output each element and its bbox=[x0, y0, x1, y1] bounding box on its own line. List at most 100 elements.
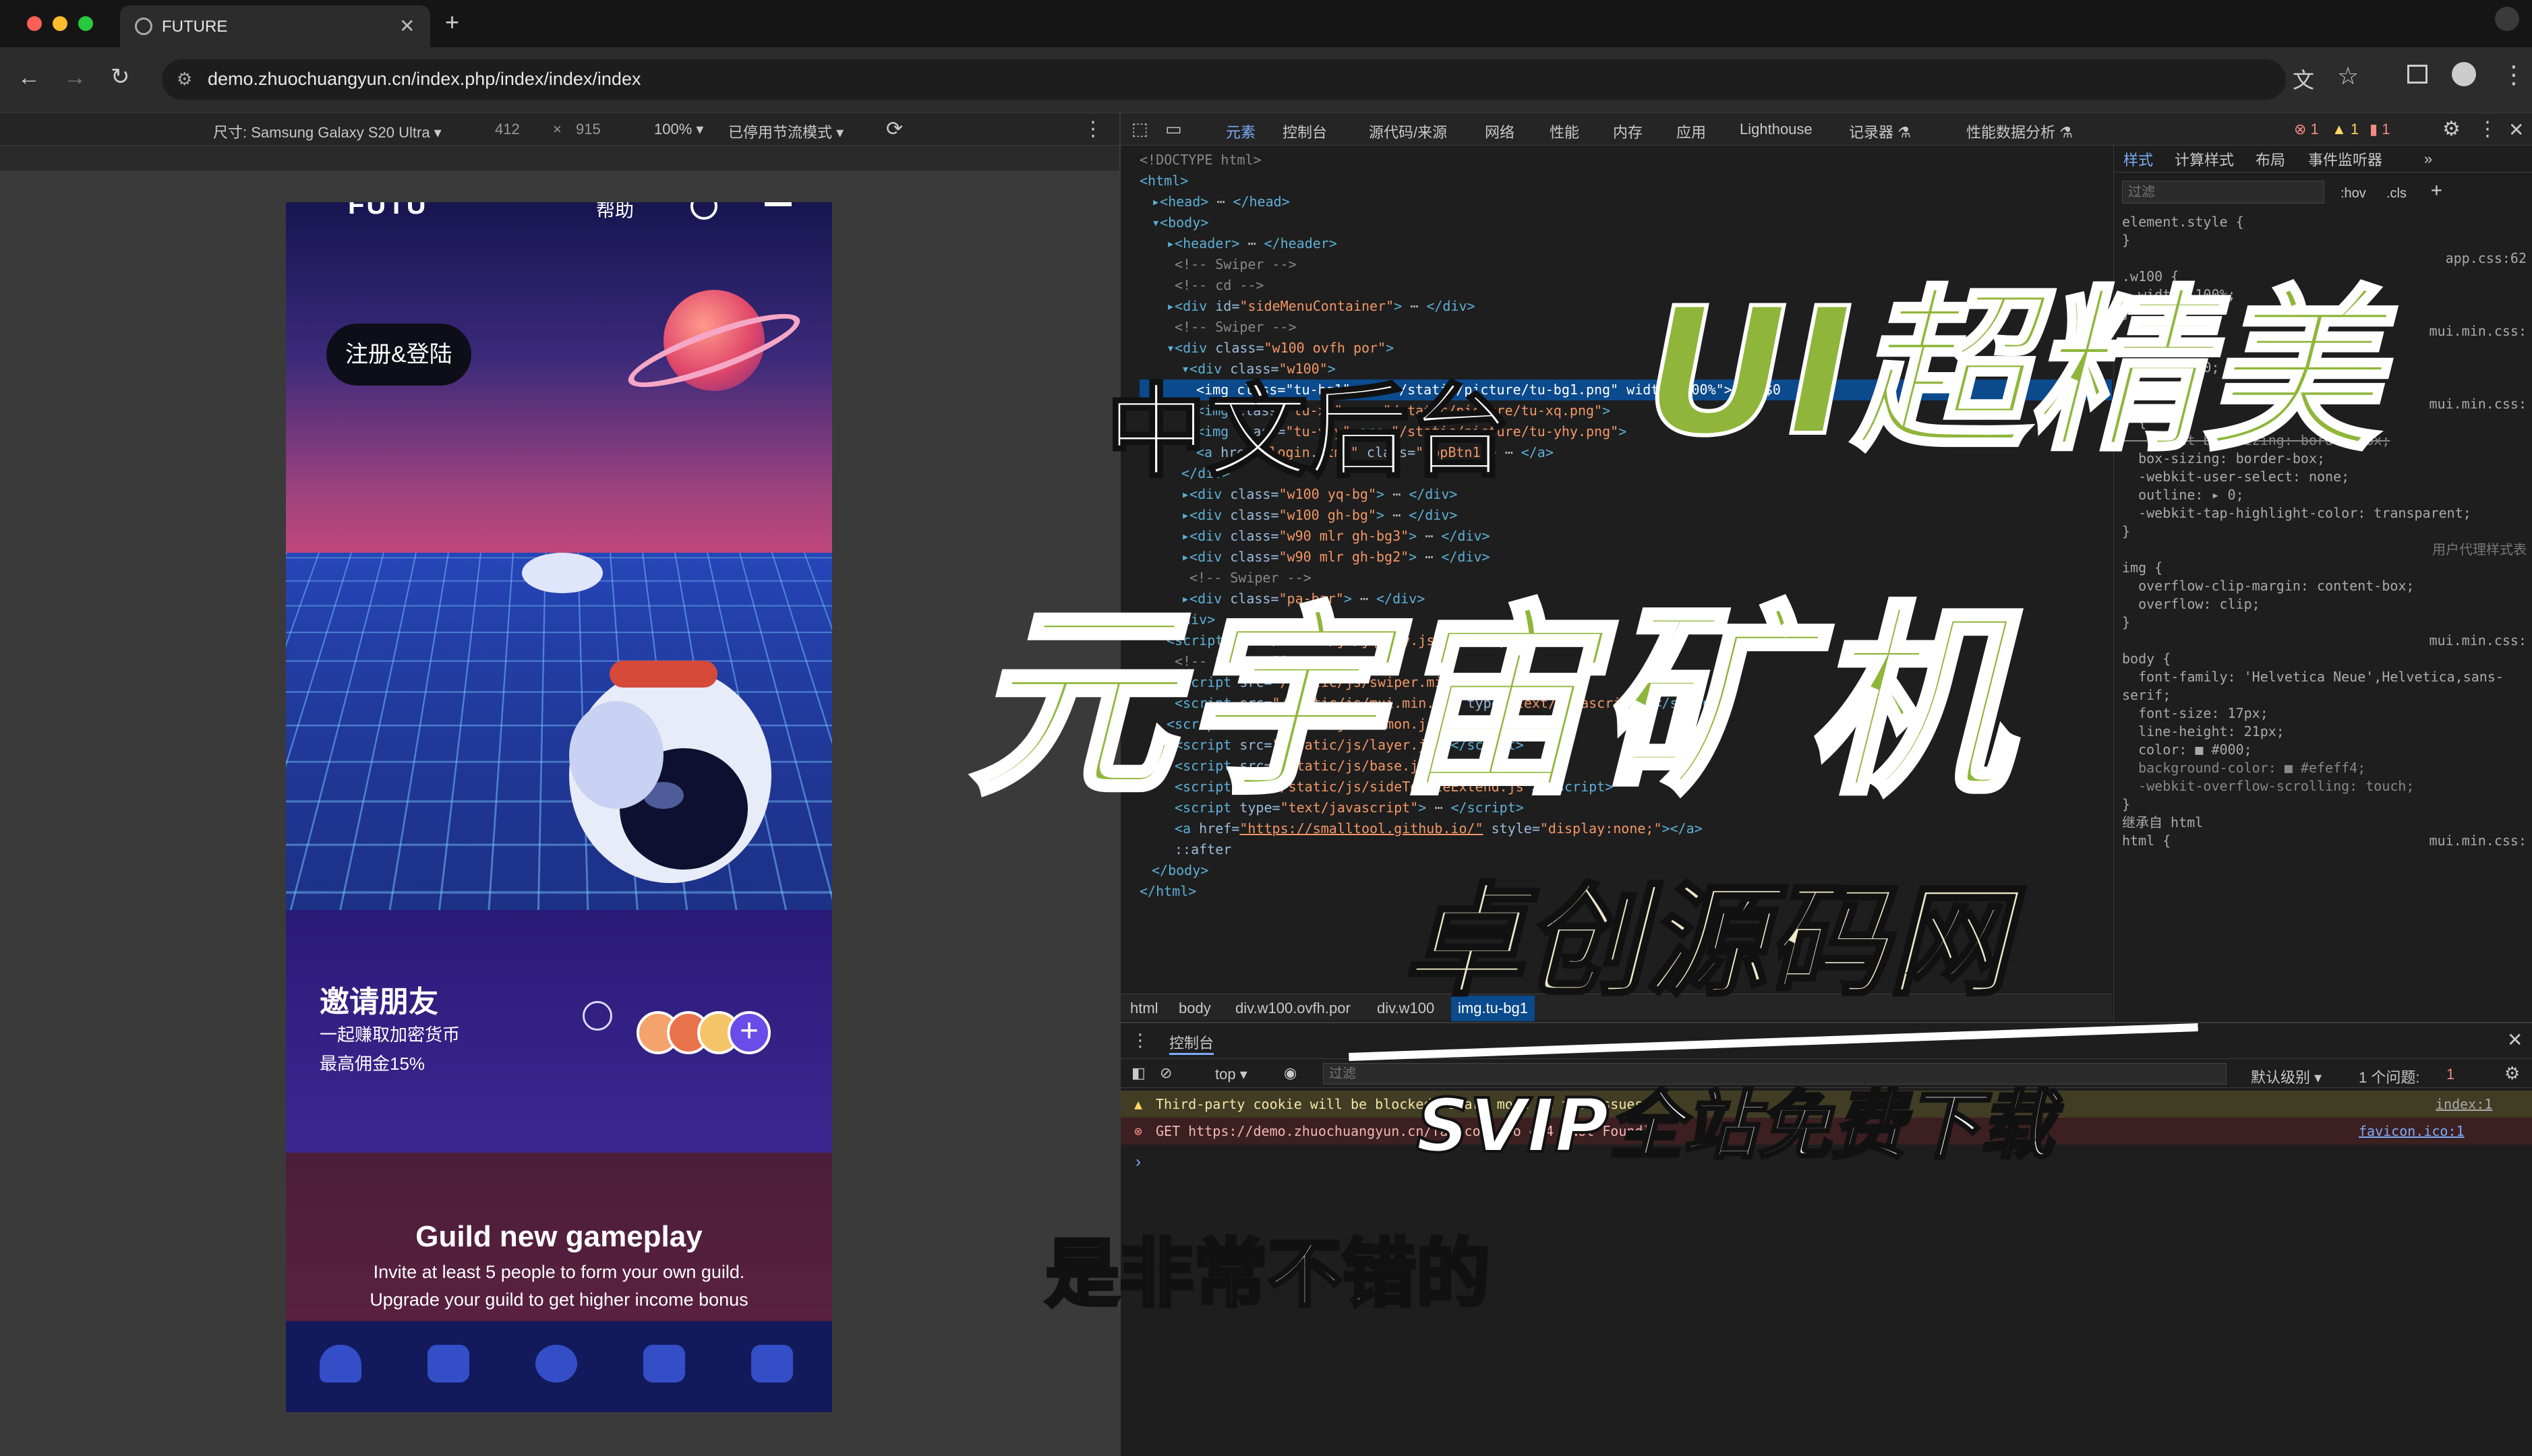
error-icon: ⊗ bbox=[1134, 1123, 1142, 1139]
invite-card[interactable]: 邀请朋友 一起赚取加密货币 最高佣金15% + bbox=[286, 910, 832, 1153]
site-info-icon[interactable]: ⚙ bbox=[177, 69, 192, 90]
sidebar-toggle-icon[interactable]: ◧ bbox=[1131, 1064, 1146, 1082]
close-devtools-icon[interactable]: ✕ bbox=[2508, 119, 2524, 141]
device-toolbar: 尺寸: Samsung Galaxy S20 Ultra ▾ 412 × 915… bbox=[0, 113, 1119, 146]
tab-performance[interactable]: 性能 bbox=[1550, 121, 1579, 142]
overlay-line1a: 中文后台 bbox=[1106, 351, 1510, 497]
sidepanel-icon[interactable] bbox=[2407, 65, 2427, 84]
tab-computed[interactable]: 计算样式 bbox=[2175, 151, 2234, 169]
home-icon[interactable] bbox=[320, 1345, 361, 1383]
loading-spinner-icon bbox=[583, 1001, 612, 1031]
tab-sources[interactable]: 源代码/来源 bbox=[1369, 121, 1447, 142]
devtools-tabbar: ⬚ ▭ 元素 控制台 源代码/来源 网络 性能 内存 应用 Lighthouse… bbox=[1121, 113, 2532, 146]
window-titlebar: FUTURE ✕ + bbox=[0, 0, 2532, 47]
tab-styles[interactable]: 样式 bbox=[2123, 151, 2153, 169]
issue-count[interactable]: ▮ 1 bbox=[2369, 121, 2390, 138]
styles-filter-input[interactable] bbox=[2122, 181, 2324, 204]
mining-icon[interactable] bbox=[643, 1345, 685, 1383]
forward-icon[interactable]: → bbox=[63, 65, 86, 91]
console-prompt-icon[interactable]: › bbox=[1136, 1153, 1141, 1172]
zoom-select[interactable]: 100% ▾ bbox=[654, 121, 703, 138]
device-height[interactable]: 915 bbox=[576, 121, 601, 138]
crumb-body[interactable]: body bbox=[1179, 1000, 1211, 1017]
context-select[interactable]: top ▾ bbox=[1215, 1066, 1247, 1083]
help-link[interactable]: 帮助 bbox=[596, 202, 634, 222]
inspect-element-icon[interactable]: ⬚ bbox=[1131, 119, 1148, 140]
close-drawer-icon[interactable]: ✕ bbox=[2507, 1029, 2523, 1051]
devtools-menu-icon[interactable]: ⋮ bbox=[2477, 117, 2498, 141]
logo[interactable]: FUTURE bbox=[317, 202, 425, 229]
new-rule-icon[interactable]: + bbox=[2431, 181, 2442, 199]
warning-source-link[interactable]: index:1 bbox=[2436, 1096, 2492, 1112]
device-width[interactable]: 412 bbox=[495, 121, 520, 138]
error-source-link[interactable]: favicon.ico:1 bbox=[2359, 1123, 2465, 1139]
register-login-button[interactable]: 注册&登陆 bbox=[326, 324, 471, 386]
device-toggle-icon[interactable]: ▭ bbox=[1165, 119, 1182, 140]
tab-layout[interactable]: 布局 bbox=[2256, 151, 2285, 169]
tab-console[interactable]: 控制台 bbox=[1283, 121, 1327, 142]
planet-icon[interactable] bbox=[535, 1345, 577, 1383]
more-tabs-icon[interactable]: » bbox=[2424, 150, 2432, 168]
invite-line2: 最高佣金15% bbox=[320, 1050, 425, 1075]
hamburger-menu-icon[interactable] bbox=[765, 202, 792, 206]
browser-tab[interactable]: FUTURE ✕ bbox=[120, 5, 430, 47]
address-bar[interactable]: ⚙ demo.zhuochuangyun.cn/index.php/index/… bbox=[162, 59, 2286, 100]
wallet-icon[interactable] bbox=[751, 1345, 793, 1383]
maximize-window-button[interactable] bbox=[78, 16, 93, 31]
translate-icon[interactable]: 文 bbox=[2293, 63, 2314, 94]
live-expression-eye-icon[interactable]: ◉ bbox=[1284, 1064, 1297, 1082]
issues-label[interactable]: 1 个问题: bbox=[2359, 1066, 2419, 1087]
guild-title: Guild new gameplay bbox=[286, 1220, 832, 1254]
chart-icon[interactable] bbox=[428, 1345, 469, 1383]
tab-lighthouse[interactable]: Lighthouse bbox=[1740, 121, 1813, 138]
clear-console-icon[interactable]: ⊘ bbox=[1160, 1064, 1172, 1082]
console-settings-icon[interactable]: ⚙ bbox=[2504, 1063, 2520, 1084]
hov-toggle[interactable]: :hov bbox=[2340, 185, 2366, 203]
issue-count-value: 1 bbox=[2382, 121, 2390, 138]
add-friend-icon[interactable]: + bbox=[728, 1011, 771, 1054]
device-select[interactable]: 尺寸: Samsung Galaxy S20 Ultra ▾ bbox=[213, 121, 442, 142]
close-window-button[interactable] bbox=[27, 16, 42, 31]
settings-gear-icon[interactable]: ⚙ bbox=[2442, 117, 2461, 141]
tab-network[interactable]: 网络 bbox=[1485, 121, 1514, 142]
invite-line1: 一起赚取加密货币 bbox=[320, 1021, 460, 1046]
profile-avatar-icon[interactable] bbox=[2452, 62, 2476, 86]
back-icon[interactable]: ← bbox=[18, 65, 40, 91]
menu-icon[interactable]: ⋮ bbox=[2502, 61, 2526, 89]
drawer-menu-icon[interactable]: ⋮ bbox=[1131, 1030, 1149, 1051]
astronaut-illustration bbox=[508, 553, 792, 903]
bookmark-star-icon[interactable]: ☆ bbox=[2337, 62, 2359, 90]
tab-search-button[interactable] bbox=[2495, 7, 2519, 31]
log-level-select[interactable]: 默认级别 ▾ bbox=[2251, 1066, 2322, 1087]
cls-toggle[interactable]: .cls bbox=[2386, 185, 2407, 203]
warning-icon: ▲ bbox=[1134, 1096, 1142, 1112]
tab-recorder[interactable]: 记录器 ⚗ bbox=[1849, 121, 1911, 142]
warning-count[interactable]: ▲ 1 bbox=[2332, 121, 2359, 138]
video-subtitle: 是非常不错的 bbox=[1045, 1213, 1490, 1321]
overlay-line1b: UI超精美 bbox=[1645, 229, 2379, 483]
crumb-html[interactable]: html bbox=[1130, 1000, 1158, 1017]
issues-badge[interactable]: 1 bbox=[2446, 1066, 2454, 1083]
close-tab-icon[interactable]: ✕ bbox=[399, 15, 415, 37]
tab-title: FUTURE bbox=[162, 18, 227, 36]
tab-perf-insights[interactable]: 性能数据分析 ⚗ bbox=[1966, 121, 2073, 142]
tab-memory[interactable]: 内存 bbox=[1613, 121, 1643, 142]
error-count[interactable]: ⊗ 1 bbox=[2294, 121, 2319, 138]
new-tab-button[interactable]: + bbox=[445, 8, 459, 36]
device-menu-icon[interactable]: ⋮ bbox=[1083, 117, 1103, 141]
tab-elements[interactable]: 元素 bbox=[1226, 121, 1256, 142]
console-tab[interactable]: 控制台 bbox=[1169, 1031, 1214, 1055]
rotate-icon[interactable]: ⟳ bbox=[886, 117, 903, 141]
crumb-div-ovfh[interactable]: div.w100.ovfh.por bbox=[1235, 1000, 1351, 1017]
reload-icon[interactable]: ↻ bbox=[111, 63, 130, 90]
globe-icon bbox=[135, 18, 152, 35]
throttle-select[interactable]: 已停用节流模式 ▾ bbox=[728, 121, 844, 142]
overlay-line4: SVIP全站免费下载 bbox=[1416, 1065, 2054, 1173]
minimize-window-button[interactable] bbox=[53, 16, 67, 31]
guild-banner[interactable]: Guild new gameplay Invite at least 5 peo… bbox=[286, 1153, 832, 1321]
media-query-ruler[interactable] bbox=[0, 146, 1119, 171]
tab-application[interactable]: 应用 bbox=[1676, 121, 1706, 142]
tab-event-listeners[interactable]: 事件监听器 bbox=[2308, 151, 2382, 169]
guild-line1: Invite at least 5 people to form your ow… bbox=[286, 1262, 832, 1283]
url-text[interactable]: demo.zhuochuangyun.cn/index.php/index/in… bbox=[208, 69, 641, 90]
